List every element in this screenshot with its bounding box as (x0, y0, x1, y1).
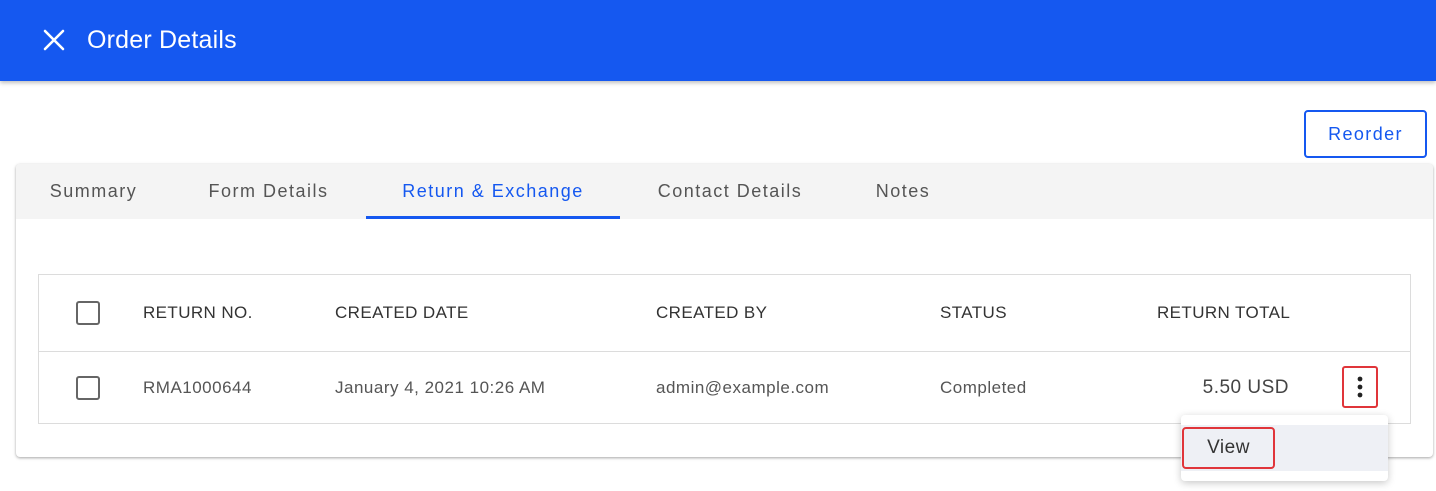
tab-return-exchange[interactable]: Return & Exchange (366, 164, 620, 219)
column-header-return-no[interactable]: RETURN NO. (143, 275, 253, 351)
column-header-status[interactable]: STATUS (940, 275, 1007, 351)
row-select-cell (76, 352, 100, 423)
table-row: RMA1000644 January 4, 2021 10:26 AM admi… (39, 352, 1410, 423)
status-cell: Completed (940, 377, 1027, 397)
tab-summary[interactable]: Summary (16, 164, 171, 219)
column-header-created-date[interactable]: CREATED DATE (335, 275, 469, 351)
tab-form-details[interactable]: Form Details (186, 164, 351, 219)
page-title: Order Details (87, 26, 237, 54)
more-vertical-icon (1357, 376, 1363, 398)
select-all-checkbox[interactable] (76, 301, 100, 325)
returns-table: RETURN NO. CREATED DATE CREATED BY STATU… (38, 274, 1411, 424)
created-by-cell: admin@example.com (656, 377, 830, 397)
reorder-button[interactable]: Reorder (1304, 110, 1427, 158)
app-bar: Order Details (0, 0, 1436, 81)
row-checkbox[interactable] (76, 375, 100, 400)
table-header-row: RETURN NO. CREATED DATE CREATED BY STATU… (39, 275, 1410, 352)
menu-item-view-label[interactable]: View (1182, 427, 1275, 469)
tab-bar: Summary Form Details Return & Exchange C… (16, 164, 1433, 219)
tab-notes[interactable]: Notes (858, 164, 948, 219)
row-actions-button[interactable] (1342, 366, 1378, 408)
created-date-cell: January 4, 2021 10:26 AM (335, 377, 546, 397)
column-header-return-total[interactable]: RETURN TOTAL (1157, 275, 1290, 351)
order-details-card: Summary Form Details Return & Exchange C… (16, 164, 1433, 457)
row-actions-menu: View (1181, 415, 1388, 481)
close-icon (43, 29, 65, 51)
return-total-cell: 5.50 USD (1202, 376, 1289, 398)
return-no-cell: RMA1000644 (143, 377, 252, 397)
tab-contact-details[interactable]: Contact Details (635, 164, 825, 219)
column-header-created-by[interactable]: CREATED BY (656, 275, 767, 351)
close-button[interactable] (40, 26, 68, 54)
select-all-cell (76, 275, 100, 351)
